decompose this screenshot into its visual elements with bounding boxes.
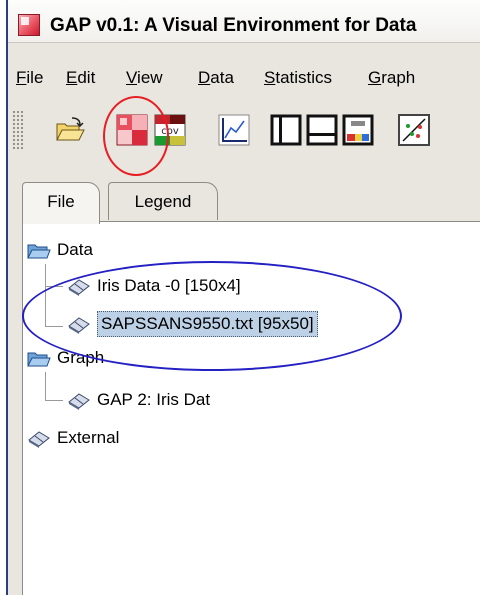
blue-annotation-ellipse: [22, 261, 402, 371]
app-logo-icon: [18, 14, 40, 36]
tree-node-external[interactable]: External: [27, 424, 119, 452]
layout-split-vertical-icon[interactable]: [270, 114, 302, 146]
window-title: GAP v0.1: A Visual Environment for Data: [50, 15, 417, 36]
scatter-plot-icon[interactable]: [398, 114, 430, 146]
open-folder-icon[interactable]: [54, 114, 86, 146]
color-bar-icon[interactable]: [342, 114, 374, 146]
folder-open-icon: [27, 352, 51, 367]
toolbar: cov: [8, 104, 480, 160]
menu-bar: File Edit View Data Statistics Graph: [8, 60, 480, 94]
tree-leaf-graph-iris[interactable]: GAP 2: Iris Dat: [67, 386, 210, 414]
tree-connector: [45, 400, 63, 401]
menu-edit[interactable]: Edit: [66, 68, 95, 88]
tree-leaf-label: GAP 2: Iris Dat: [97, 390, 211, 409]
tree-node-data[interactable]: Data: [27, 236, 93, 264]
menu-file[interactable]: File: [16, 68, 43, 88]
menu-statistics[interactable]: Statistics: [264, 68, 332, 88]
notebook-icon: [68, 393, 90, 410]
tree-node-label: External: [57, 428, 120, 447]
folder-open-icon: [27, 244, 51, 259]
tab-file[interactable]: File: [22, 182, 100, 224]
red-annotation-circle: [103, 96, 169, 176]
tree-connector: [45, 372, 46, 400]
tree-node-label: Data: [57, 240, 93, 259]
menu-data[interactable]: Data: [198, 68, 234, 88]
title-bar: GAP v0.1: A Visual Environment for Data: [8, 0, 480, 43]
layout-split-horizontal-icon[interactable]: [306, 114, 338, 146]
toolbar-grip[interactable]: [12, 110, 24, 150]
menu-view[interactable]: View: [126, 68, 163, 88]
menu-graph[interactable]: Graph: [368, 68, 415, 88]
notebook-icon: [28, 431, 50, 448]
line-plot-icon[interactable]: [218, 114, 250, 146]
tab-legend[interactable]: Legend: [108, 182, 218, 220]
